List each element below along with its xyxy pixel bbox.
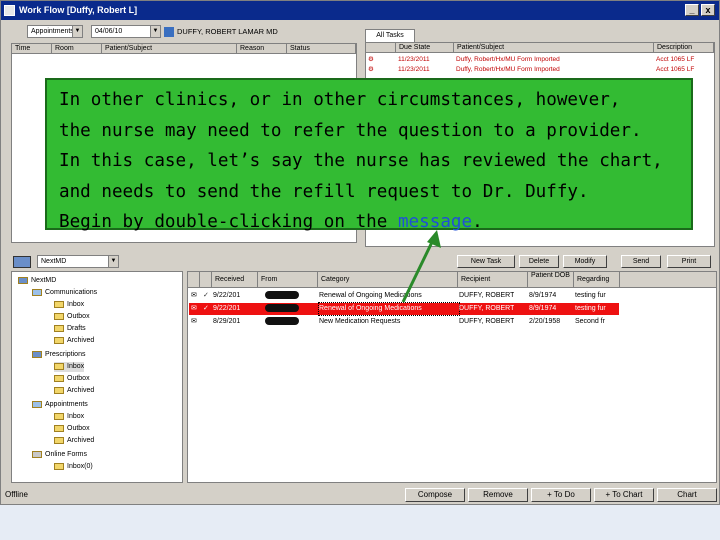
pointer-arrow	[401, 230, 441, 303]
